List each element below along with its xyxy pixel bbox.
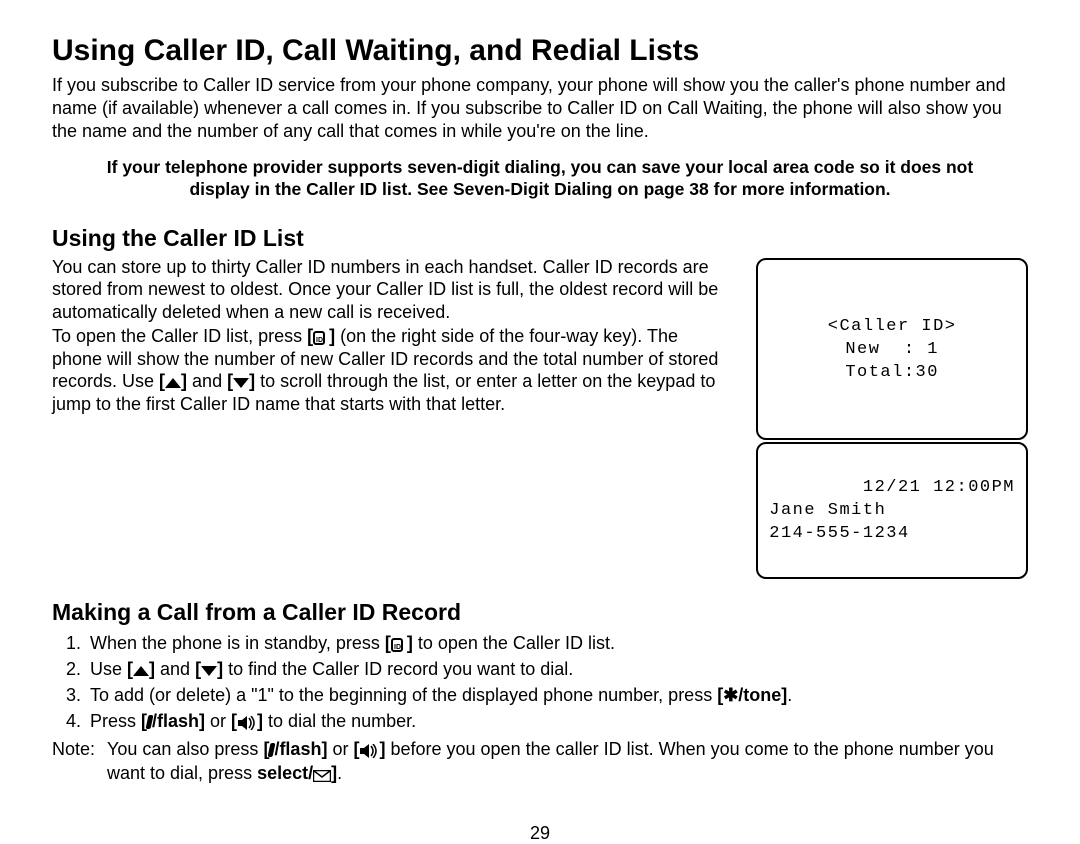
up-arrow-icon bbox=[133, 666, 149, 676]
down-arrow-icon bbox=[201, 666, 217, 676]
down-arrow-icon bbox=[233, 378, 249, 388]
lcd-screen-record: 12/21 12:00PM Jane Smith 214-555-1234 bbox=[756, 442, 1028, 579]
speaker-icon bbox=[237, 716, 257, 730]
lcd-screen-summary: <Caller ID>New : 1Total:30 bbox=[756, 258, 1028, 441]
svg-text:ID: ID bbox=[316, 337, 323, 344]
svg-text:ID: ID bbox=[394, 644, 401, 651]
section-body-caller-id-list: You can store up to thirty Caller ID num… bbox=[52, 256, 726, 418]
page-number: 29 bbox=[52, 823, 1028, 844]
callout-note: If your telephone provider supports seve… bbox=[52, 157, 1028, 201]
section-heading-caller-id-list: Using the Caller ID List bbox=[52, 225, 1028, 252]
speaker-icon bbox=[359, 744, 379, 758]
note-paragraph: Note: You can also press [/flash] or [] … bbox=[52, 738, 1028, 784]
page-title: Using Caller ID, Call Waiting, and Redia… bbox=[52, 34, 1028, 68]
star-icon: ✱ bbox=[723, 685, 738, 705]
s1-p1: You can store up to thirty Caller ID num… bbox=[52, 256, 726, 324]
intro-paragraph: If you subscribe to Caller ID service fr… bbox=[52, 74, 1028, 143]
steps-list: When the phone is in standby, press [ID]… bbox=[52, 630, 1028, 734]
step-3: To add (or delete) a "1" to the beginnin… bbox=[86, 682, 1028, 708]
caller-id-key-icon: ID bbox=[313, 331, 329, 345]
caller-id-key-icon: ID bbox=[391, 638, 407, 652]
lcd-display-figure: <Caller ID>New : 1Total:30 12/21 12:00PM… bbox=[756, 258, 1028, 581]
up-arrow-icon bbox=[165, 378, 181, 388]
step-2: Use [] and [] to find the Caller ID reco… bbox=[86, 656, 1028, 682]
step-1: When the phone is in standby, press [ID]… bbox=[86, 630, 1028, 656]
step-4: Press [/flash] or [] to dial the number. bbox=[86, 708, 1028, 734]
s1-p2: To open the Caller ID list, press [ID] (… bbox=[52, 325, 726, 415]
envelope-icon bbox=[313, 770, 331, 782]
section-heading-make-call: Making a Call from a Caller ID Record bbox=[52, 599, 1028, 626]
